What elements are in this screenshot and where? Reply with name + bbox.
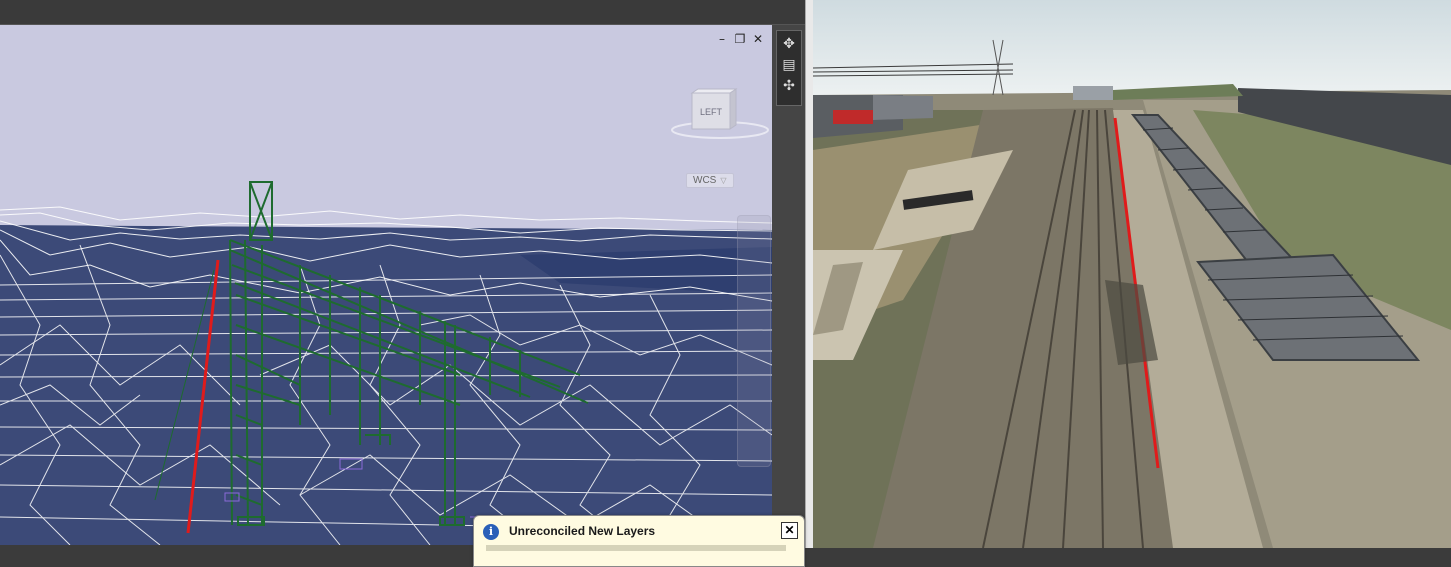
viewcube[interactable]: LEFT <box>670 85 770 145</box>
viewport-window-controls: – ❐ ✕ <box>716 33 764 45</box>
close-button[interactable]: ✕ <box>752 33 764 45</box>
info-icon: i <box>483 524 499 540</box>
tool-palette: ✥ ▤ ✣ <box>776 30 802 106</box>
notification-title: Unreconciled New Layers <box>509 524 656 538</box>
navigation-bar[interactable] <box>737 215 771 467</box>
orbit-icon[interactable]: ✣ <box>783 77 795 95</box>
notification-balloon: i Unreconciled New Layers ✕ <box>473 515 805 567</box>
notification-body-cutoff <box>486 545 786 551</box>
title-strip <box>0 0 805 25</box>
restore-button[interactable]: ❐ <box>734 33 746 45</box>
ucs-menu[interactable]: WCS ▽ <box>686 173 734 188</box>
wireframe-scene <box>0 25 772 545</box>
properties-icon[interactable]: ▤ <box>782 56 795 74</box>
cad-viewport[interactable]: – ❐ ✕ LEFT WCS ▽ <box>0 25 772 545</box>
aerial-scene <box>813 0 1451 548</box>
notification-close-button[interactable]: ✕ <box>781 522 798 539</box>
aerial-3d-viewport[interactable] <box>813 0 1451 548</box>
viewcube-face-label: LEFT <box>700 107 723 117</box>
ucs-label: WCS <box>693 175 717 186</box>
pan-icon[interactable]: ✥ <box>783 35 795 53</box>
minimize-button[interactable]: – <box>716 33 728 45</box>
chevron-down-icon: ▽ <box>720 176 727 185</box>
